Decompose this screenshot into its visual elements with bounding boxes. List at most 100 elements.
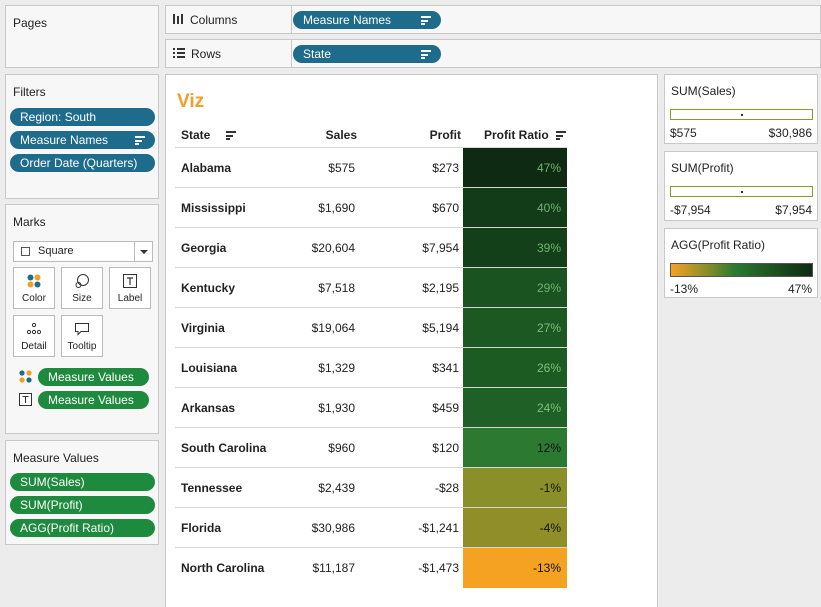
row-state: Florida <box>181 520 222 535</box>
tooltip-icon <box>62 320 102 338</box>
columns-icon <box>173 13 184 27</box>
row-profit-ratio: -13% <box>463 548 567 588</box>
legend-sum-profit-min: -$7,954 <box>670 203 711 217</box>
legend-agg-profit-ratio[interactable]: AGG(Profit Ratio) -13% 47% <box>664 228 818 298</box>
label-icon <box>110 272 150 290</box>
rows-shelf-label: Rows <box>173 40 221 67</box>
sort-icon <box>135 136 145 145</box>
row-profit: -$28 <box>434 481 459 495</box>
table-row[interactable]: Tennessee $2,439 -$28 -1% <box>175 467 567 508</box>
marks-color-button[interactable]: Color <box>13 267 55 309</box>
color-icon <box>19 370 32 386</box>
row-sales: $2,439 <box>318 481 355 495</box>
row-profit-ratio: 40% <box>463 188 567 228</box>
row-sales: $960 <box>328 441 355 455</box>
header-profit[interactable]: Profit <box>430 128 461 142</box>
rows-pill-state[interactable]: State <box>293 45 441 63</box>
table-row[interactable]: Florida $30,986 -$1,241 -4% <box>175 507 567 548</box>
table-row[interactable]: Arkansas $1,930 $459 24% <box>175 387 567 428</box>
row-profit: -$1,241 <box>418 521 459 535</box>
table-row[interactable]: Virginia $19,064 $5,194 27% <box>175 307 567 348</box>
row-sales: $7,518 <box>318 281 355 295</box>
header-sales[interactable]: Sales <box>326 128 357 142</box>
row-state: Kentucky <box>181 280 236 295</box>
row-profit: $120 <box>432 441 459 455</box>
legend-sum-profit[interactable]: SUM(Profit) -$7,954 $7,954 <box>664 151 818 221</box>
square-icon <box>21 247 30 256</box>
row-sales: $19,064 <box>311 321 355 335</box>
row-state: Georgia <box>181 240 227 255</box>
row-profit: $273 <box>432 161 459 175</box>
marks-tooltip-button[interactable]: Tooltip <box>61 315 103 357</box>
chevron-down-icon <box>134 242 152 261</box>
columns-shelf-label: Columns <box>173 6 237 33</box>
row-state: Virginia <box>181 320 225 335</box>
marks-color-pill-measure-values[interactable]: Measure Values <box>38 368 149 386</box>
row-sales: $1,329 <box>318 361 355 375</box>
marks-label-button[interactable]: Label <box>109 267 151 309</box>
row-profit: $2,195 <box>422 281 459 295</box>
legend-sum-profit-range-bar <box>670 186 813 197</box>
header-profit-ratio[interactable]: Profit Ratio <box>484 128 567 142</box>
row-profit-ratio: 27% <box>463 308 567 348</box>
row-state: North Carolina <box>181 560 265 575</box>
measure-pill-agg-profit-ratio[interactable]: AGG(Profit Ratio) <box>10 519 155 537</box>
row-sales: $575 <box>328 161 355 175</box>
header-state[interactable]: State <box>181 128 236 142</box>
filter-pill-region[interactable]: Region: South <box>10 108 155 126</box>
row-state: Mississippi <box>181 200 246 215</box>
row-state: Alabama <box>181 160 232 175</box>
legend-agg-profit-ratio-title: AGG(Profit Ratio) <box>671 238 766 252</box>
legend-sum-sales[interactable]: SUM(Sales) $575 $30,986 <box>664 74 818 144</box>
mark-type-dropdown[interactable]: Square <box>13 241 153 262</box>
table-row[interactable]: Kentucky $7,518 $2,195 29% <box>175 267 567 308</box>
legend-sum-sales-range-bar <box>670 109 813 120</box>
sort-icon <box>421 16 431 25</box>
marks-label-pill-measure-values[interactable]: Measure Values <box>38 391 149 409</box>
pages-card[interactable]: Pages <box>5 5 159 68</box>
table-row[interactable]: South Carolina $960 $120 12% <box>175 427 567 468</box>
marks-size-button[interactable]: Size <box>61 267 103 309</box>
label-icon <box>19 393 32 409</box>
columns-pill-measure-names[interactable]: Measure Names <box>293 11 441 29</box>
table-row[interactable]: Alabama $575 $273 47% <box>175 147 567 188</box>
marks-card: Marks Square Color Size Label Detail Too… <box>5 204 159 434</box>
row-sales: $20,604 <box>311 241 355 255</box>
row-profit-ratio: 24% <box>463 388 567 428</box>
filter-pill-order-date[interactable]: Order Date (Quarters) <box>10 154 155 172</box>
row-profit-ratio: 39% <box>463 228 567 268</box>
sort-icon[interactable] <box>225 131 236 141</box>
row-state: South Carolina <box>181 440 267 455</box>
legend-sum-sales-max: $30,986 <box>768 126 812 140</box>
marks-detail-button[interactable]: Detail <box>13 315 55 357</box>
measure-pill-sum-profit[interactable]: SUM(Profit) <box>10 496 155 514</box>
legend-sum-sales-min: $575 <box>670 126 697 140</box>
legend-agg-profit-ratio-min: -13% <box>670 282 699 296</box>
table-row[interactable]: Georgia $20,604 $7,954 39% <box>175 227 567 268</box>
legend-sum-sales-title: SUM(Sales) <box>671 84 736 98</box>
table-row[interactable]: North Carolina $11,187 -$1,473 -13% <box>175 547 567 588</box>
filters-card: Filters Region: South Measure Names Orde… <box>5 74 159 199</box>
legend-sum-profit-max: $7,954 <box>775 203 812 217</box>
sort-icon[interactable] <box>556 131 567 141</box>
row-profit-ratio: -4% <box>463 508 567 548</box>
viz-canvas[interactable]: Viz State Sales Profit Profit Ratio Alab… <box>165 74 658 607</box>
row-profit: $670 <box>432 201 459 215</box>
legend-agg-profit-ratio-max: 47% <box>787 282 812 296</box>
measure-values-card: Measure Values SUM(Sales) SUM(Profit) AG… <box>5 440 159 545</box>
row-state: Louisiana <box>181 360 238 375</box>
row-profit: -$1,473 <box>418 561 459 575</box>
detail-icon <box>14 320 54 338</box>
row-state: Arkansas <box>181 400 236 415</box>
table-row[interactable]: Louisiana $1,329 $341 26% <box>175 347 567 388</box>
rows-icon <box>173 47 185 61</box>
measure-pill-sum-sales[interactable]: SUM(Sales) <box>10 473 155 491</box>
row-profit-ratio: 12% <box>463 428 567 468</box>
row-profit: $7,954 <box>422 241 459 255</box>
row-sales: $1,930 <box>318 401 355 415</box>
rows-shelf: Rows State <box>165 39 821 68</box>
table-row[interactable]: Mississippi $1,690 $670 40% <box>175 187 567 228</box>
sort-icon <box>421 50 431 59</box>
color-icon <box>14 272 54 290</box>
filter-pill-measure-names[interactable]: Measure Names <box>10 131 155 149</box>
